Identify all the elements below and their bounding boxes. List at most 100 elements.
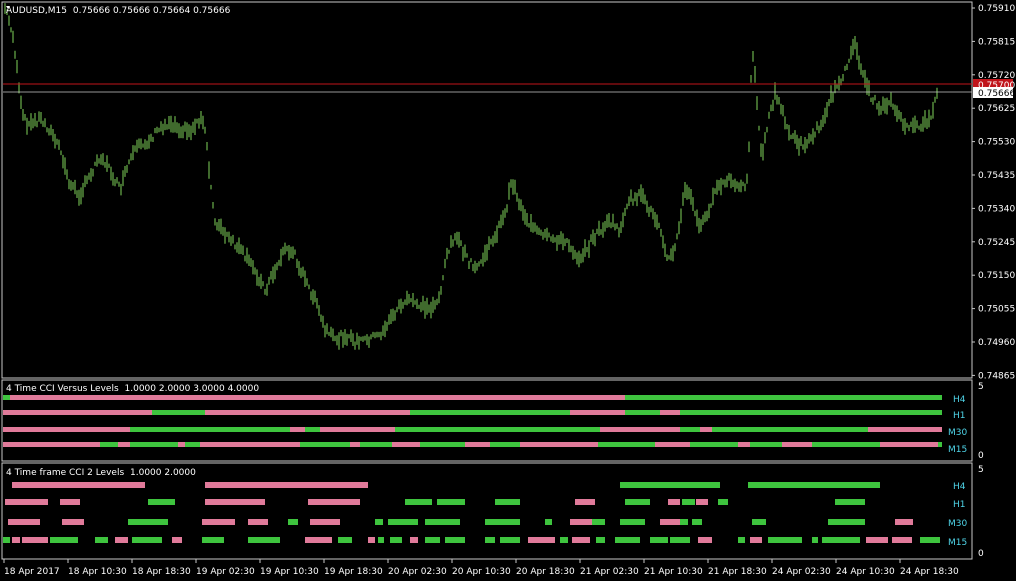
time-label: 19 Apr 10:30: [260, 567, 319, 577]
price-axis: 0.759100.758150.757200.756250.755300.754…: [972, 4, 1015, 381]
time-axis: 18 Apr 2017 18 Apr 10:30 18 Apr 18:30 19 Ap…: [3, 559, 959, 577]
cci-segment: [682, 499, 695, 505]
cci-segment: [625, 499, 650, 505]
cci-segment: [485, 519, 520, 525]
cci-segment: [8, 519, 40, 525]
cci-segment: [938, 442, 942, 447]
cci-segment: [692, 519, 702, 525]
cci-segment: [338, 537, 352, 543]
cci-segment: [320, 427, 395, 432]
time-label: 21 Apr 10:30: [644, 567, 703, 577]
cci-segment: [660, 410, 680, 415]
cci-segment: [570, 410, 625, 415]
cci-segment: [12, 537, 20, 543]
cci-segment: [22, 537, 48, 543]
cci-segment: [425, 519, 460, 525]
cci-segment: [3, 395, 10, 400]
panel2-label-h4: H4: [953, 482, 966, 492]
cci-segment: [520, 442, 598, 447]
price-tick-label: 0.75625: [978, 104, 1015, 114]
price-tick-label: 0.74865: [978, 371, 1015, 381]
cci-segment: [700, 427, 712, 432]
cci-segment: [410, 537, 418, 543]
price-tick-label: 0.75055: [978, 305, 1015, 315]
cci-segment: [130, 442, 178, 447]
cci-segment: [350, 442, 360, 447]
cci-segment: [202, 519, 235, 525]
cci-segment: [812, 537, 818, 543]
time-label: 21 Apr 02:30: [580, 567, 639, 577]
cci-segment: [812, 442, 880, 447]
cci-segment: [62, 519, 84, 525]
cci-segment: [895, 519, 913, 525]
cci-segment: [388, 519, 418, 525]
cci-segment: [868, 427, 942, 432]
cci-segment: [620, 519, 645, 525]
cci-segment: [738, 442, 750, 447]
time-label: 20 Apr 10:30: [452, 567, 511, 577]
cci-segment: [748, 482, 880, 488]
cci-segment: [410, 410, 570, 415]
time-label: 18 Apr 10:30: [68, 567, 127, 577]
cci-segment: [12, 482, 145, 488]
cci-segment: [528, 537, 555, 543]
cci-segment: [360, 442, 392, 447]
price-tick-label: 0.75150: [978, 271, 1015, 281]
panel2-title: 4 Time frame CCI 2 Levels 1.0000 2.0000: [6, 468, 196, 478]
cci-segment: [60, 499, 80, 505]
cci-segment: [572, 537, 590, 543]
time-label: 18 Apr 18:30: [132, 567, 191, 577]
time-label: 20 Apr 18:30: [516, 567, 575, 577]
cci-segment: [500, 537, 520, 543]
price-tick-label: 0.75245: [978, 238, 1015, 248]
cci-segment: [205, 410, 410, 415]
time-label: 18 Apr 2017: [4, 567, 60, 577]
cci-segment: [592, 519, 605, 525]
chart-title: AUDUSD,M15 0.75666 0.75666 0.75664 0.756…: [6, 6, 231, 16]
time-label: 19 Apr 18:30: [324, 567, 383, 577]
panel2-scale-bottom: 0: [978, 549, 984, 559]
cci-segment: [3, 537, 10, 543]
cci-segment: [718, 499, 728, 505]
main-chart-frame: [1, 1, 973, 379]
cci-segment: [3, 427, 130, 432]
cci-segment: [698, 537, 712, 543]
cci-segment: [625, 395, 942, 400]
time-label: 24 Apr 18:30: [900, 567, 959, 577]
cci-segment: [395, 427, 600, 432]
panel1-label-h1: H1: [953, 411, 966, 421]
cci-segment: [368, 537, 375, 543]
cci-segment: [892, 537, 912, 543]
panel1-label-m15: M15: [948, 445, 967, 455]
cci-segment: [668, 499, 680, 505]
cci-segment: [95, 537, 108, 543]
cci-segment: [308, 499, 360, 505]
cci-segment: [390, 537, 402, 543]
cci-segment: [248, 519, 268, 525]
cci-segment: [248, 537, 280, 543]
cci-segment: [132, 537, 162, 543]
cci-segment: [405, 499, 432, 505]
price-tick-label: 0.75910: [978, 4, 1015, 14]
cci-segment: [655, 442, 690, 447]
cci-segment: [600, 427, 680, 432]
cci-segment: [835, 499, 865, 505]
cci-segment: [650, 537, 668, 543]
cci-segment: [750, 537, 762, 543]
time-label: 21 Apr 18:30: [708, 567, 767, 577]
cci-segment: [300, 442, 350, 447]
cci-segment: [880, 442, 938, 447]
time-label: 19 Apr 02:30: [196, 567, 255, 577]
chart-window[interactable]: AUDUSD,M15 0.75666 0.75666 0.75664 0.756…: [0, 0, 1016, 581]
cci-segment: [115, 537, 128, 543]
cci-segment: [828, 519, 865, 525]
cci-segment: [750, 442, 782, 447]
cci-segment: [920, 537, 940, 543]
current-price-label: 0.75666: [978, 89, 1015, 99]
cci-segment: [310, 519, 340, 525]
time-label: 24 Apr 02:30: [772, 567, 831, 577]
cci-segment: [620, 482, 720, 488]
cci-segment: [680, 519, 688, 525]
cci-segment: [185, 442, 200, 447]
cci-segment: [305, 537, 332, 543]
